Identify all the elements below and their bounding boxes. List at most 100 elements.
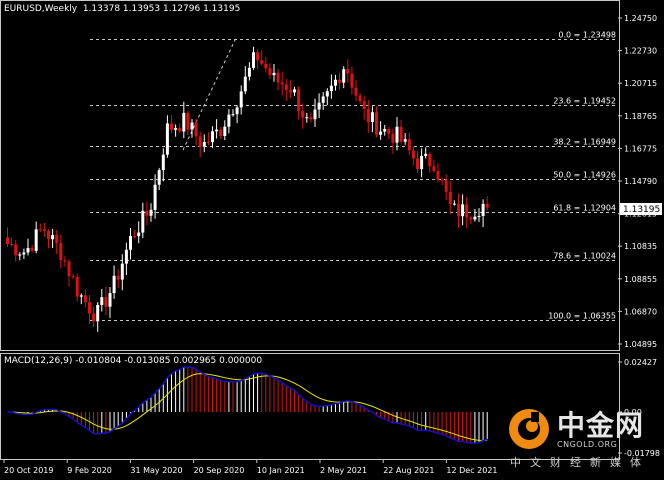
candle-body — [186, 112, 190, 130]
candle-body — [219, 129, 223, 137]
time-tick-label: 20 Oct 2019 — [4, 466, 53, 475]
candle-body — [305, 117, 309, 119]
candle-body — [350, 73, 354, 88]
cngold-logo-icon — [509, 409, 549, 449]
watermark-url: CNGOLD.ORG — [557, 440, 618, 449]
macd-histogram — [11, 367, 488, 444]
candle-body — [198, 136, 202, 147]
candle-body — [321, 96, 325, 103]
candle-body — [256, 52, 260, 61]
price-pane-border — [0, 0, 620, 351]
candle-body — [116, 275, 120, 280]
time-tick-label: 2 May 2021 — [320, 466, 367, 475]
time-tick-label: 10 Jan 2021 — [257, 466, 305, 475]
candle-body — [473, 216, 477, 220]
candle-body — [47, 230, 50, 240]
candle-body — [428, 153, 432, 167]
time-tick-label: 22 Aug 2021 — [383, 466, 434, 475]
candle-body — [338, 79, 342, 83]
candle-body — [34, 229, 38, 251]
price-tick-label: 1.04895 — [624, 340, 657, 349]
candle-body — [334, 79, 337, 86]
candle-body — [26, 248, 30, 253]
candle-body — [325, 91, 329, 97]
chart-symbol-header: EURUSD,Weekly 1.13378 1.13953 1.12796 1.… — [4, 4, 240, 15]
candle-body — [96, 304, 100, 322]
candle-body — [416, 158, 419, 170]
time-tick-label: 20 Sep 2020 — [194, 466, 245, 475]
price-tick-label: 1.08855 — [624, 275, 657, 284]
candle-body — [436, 171, 440, 180]
candle-body — [38, 229, 42, 231]
time-axis: 20 Oct 2019 9 Feb 2020 31 May 2020 20 Sep 2… — [3, 459, 498, 475]
candle-body — [18, 254, 22, 256]
candle-body — [297, 89, 301, 111]
candle-body — [362, 101, 366, 109]
candle-body — [88, 302, 91, 314]
candle-body — [239, 91, 243, 108]
price-tick-label: 1.22730 — [624, 47, 657, 56]
macd-tick-label: 0.02427 — [624, 358, 657, 367]
price-tick-label: 1.14790 — [624, 177, 657, 186]
candle-body — [30, 248, 34, 251]
candle-body — [51, 235, 55, 240]
fib-level-label: 50.0 = 1.14926 — [553, 171, 616, 180]
candle-body — [252, 52, 255, 68]
candle-body — [71, 276, 75, 278]
candle-body — [145, 210, 149, 216]
candle-body — [444, 180, 448, 192]
time-tick-label: 9 Feb 2020 — [67, 466, 112, 475]
candle-body — [100, 297, 104, 305]
candle-body — [231, 114, 235, 116]
candle-body — [55, 235, 59, 244]
fib-level-label: 0.0 = 1.23498 — [558, 31, 616, 40]
candle-body — [293, 89, 296, 93]
candle-body — [67, 261, 71, 277]
candle-body — [149, 209, 153, 216]
price-axis: 1.24750 1.22730 1.20715 1.18765 1.16775 1.147… — [618, 14, 657, 349]
candle-body — [63, 260, 67, 262]
candle-body — [227, 114, 231, 127]
candle-body — [284, 84, 288, 90]
candle-body — [178, 127, 182, 132]
candle-body — [260, 60, 264, 64]
candle-body — [247, 67, 251, 77]
price-tick-label: 1.16775 — [624, 144, 657, 153]
current-price-label: 1.13195 — [623, 205, 660, 215]
macd-label: MACD(12,26,9) -0.010804 -0.013085 0.0029… — [4, 356, 263, 366]
candle-body — [440, 179, 444, 181]
candle-body — [383, 129, 387, 132]
candle-body — [481, 203, 485, 216]
candle-body — [211, 131, 214, 143]
candle-body — [83, 295, 87, 303]
candle-body — [264, 63, 268, 69]
candle-body — [411, 150, 415, 159]
candle-body — [272, 72, 276, 76]
price-tick-label: 1.10835 — [624, 242, 657, 251]
candle-body — [137, 232, 141, 237]
candle-body — [407, 139, 411, 151]
candle-body — [457, 203, 460, 217]
fib-level-label: 100.0 = 1.06355 — [548, 312, 616, 321]
candle-body — [75, 277, 79, 297]
candle-body — [313, 109, 317, 120]
candle-body — [268, 68, 272, 76]
candle-body — [215, 129, 219, 132]
candle-body — [133, 235, 137, 237]
candle-body — [79, 295, 83, 297]
fibonacci-levels: 0.0 = 1.23498 23.6 = 1.19452 38.2 = 1.1694… — [90, 31, 618, 321]
symbol-label: EURUSD,Weekly — [4, 4, 78, 14]
candle-body — [153, 184, 157, 210]
price-tick-label: 1.24750 — [624, 14, 657, 23]
candle-body — [461, 204, 465, 217]
candle-body — [288, 89, 292, 93]
candle-body — [235, 107, 239, 115]
candle-body — [342, 69, 346, 83]
candle-body — [59, 243, 63, 261]
signal-line — [7, 373, 488, 441]
candle-body — [206, 141, 210, 143]
fib-level-label: 38.2 = 1.16949 — [553, 138, 616, 147]
fib-level-label: 23.6 = 1.19452 — [553, 97, 616, 106]
candle-body — [375, 112, 378, 135]
candle-body — [223, 126, 227, 137]
